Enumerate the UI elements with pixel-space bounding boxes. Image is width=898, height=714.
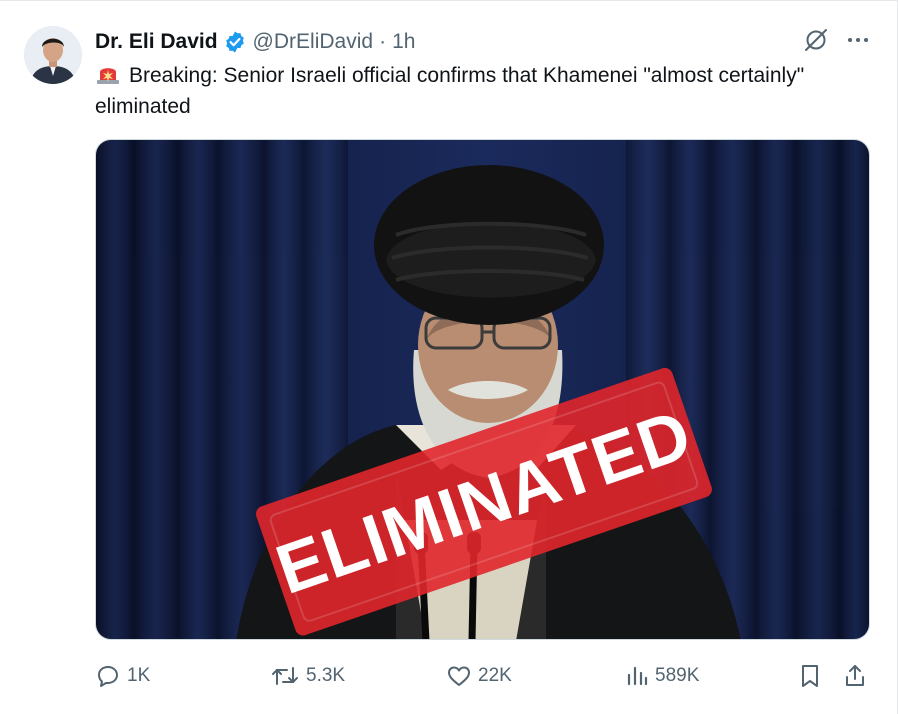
- like-button[interactable]: 22K: [446, 656, 512, 696]
- bookmark-button[interactable]: [798, 656, 822, 696]
- analytics-icon: [625, 663, 649, 689]
- avatar[interactable]: [24, 26, 82, 84]
- like-count: 22K: [478, 665, 512, 686]
- views-button[interactable]: 589K: [625, 656, 699, 696]
- tweet-timestamp[interactable]: 1h: [392, 30, 415, 54]
- share-button[interactable]: [843, 656, 867, 696]
- repost-icon: [270, 663, 300, 689]
- tweet-header: Dr. Eli David @DrEliDavid · 1h: [95, 28, 415, 56]
- reply-icon: [95, 663, 121, 689]
- police-car-light-icon: [95, 63, 121, 85]
- avatar-image: [24, 26, 82, 84]
- header-separator: ·: [379, 30, 387, 53]
- tweet-media[interactable]: ELIMINATED: [95, 139, 870, 640]
- tweet-card[interactable]: Dr. Eli David @DrEliDavid · 1h Breaking:…: [0, 0, 898, 714]
- reply-count: 1K: [127, 665, 151, 686]
- repost-count: 5.3K: [306, 665, 346, 686]
- bookmark-icon: [798, 663, 822, 689]
- tweet-text: Breaking: Senior Israeli official confir…: [95, 60, 835, 122]
- heart-icon: [446, 663, 472, 689]
- author-display-name[interactable]: Dr. Eli David: [95, 30, 218, 54]
- verified-badge-icon[interactable]: [223, 30, 247, 54]
- view-count: 589K: [655, 665, 700, 686]
- tweet-action-bar: 1K 5.3K 22K 589K: [95, 656, 870, 696]
- eliminated-stamp: ELIMINATED: [255, 367, 712, 636]
- author-handle[interactable]: @DrEliDavid: [253, 30, 374, 54]
- share-icon: [843, 663, 867, 689]
- repost-button[interactable]: 5.3K: [270, 656, 345, 696]
- more-options-icon[interactable]: [847, 29, 869, 51]
- grok-icon[interactable]: [803, 27, 829, 53]
- tweet-body: Breaking: Senior Israeli official confir…: [95, 64, 805, 118]
- reply-button[interactable]: 1K: [95, 656, 150, 696]
- header-actions: [803, 27, 869, 53]
